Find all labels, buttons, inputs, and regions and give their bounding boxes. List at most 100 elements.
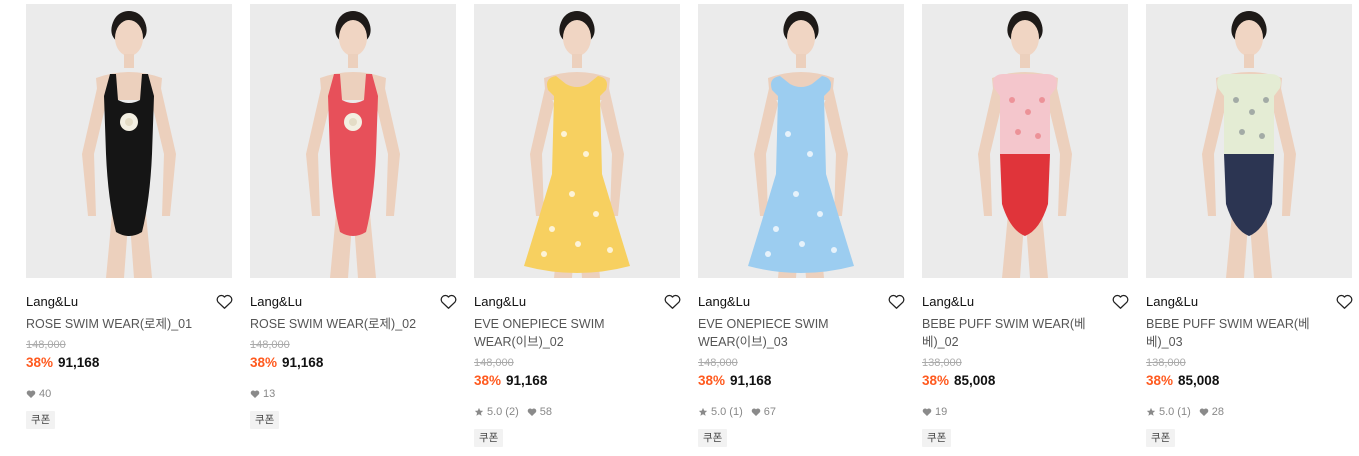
brand-row: Lang&Lu xyxy=(474,292,680,310)
coupon-badge: 쿠폰 xyxy=(698,429,728,447)
like-count: 58 xyxy=(527,406,552,418)
heart-filled-icon xyxy=(250,390,260,398)
product-image[interactable] xyxy=(1146,4,1352,278)
rating-value: 5.0 xyxy=(711,406,727,418)
product-name[interactable]: ROSE SWIM WEAR(로제)_01 xyxy=(26,315,196,333)
discount-rate: 38% xyxy=(1146,373,1174,388)
product-stats: 5.0 (2) 58 xyxy=(474,405,680,419)
like-count: 28 xyxy=(1199,406,1224,418)
heart-filled-icon xyxy=(922,408,932,416)
review-count: (2) xyxy=(505,406,519,418)
product-card-3[interactable]: Lang&Lu EVE ONEPIECE SWIM WEAR(이브)_02 14… xyxy=(474,4,680,447)
price-row: 38% 91,168 xyxy=(250,354,456,372)
rating: 5.0 (2) xyxy=(474,406,519,418)
coupon-badge: 쿠폰 xyxy=(474,429,504,447)
product-card-2[interactable]: Lang&Lu ROSE SWIM WEAR(로제)_02 148,000 38… xyxy=(250,4,456,447)
product-name[interactable]: BEBE PUFF SWIM WEAR(베베)_03 xyxy=(1146,315,1316,351)
like-count-value: 40 xyxy=(39,388,52,400)
heart-filled-icon xyxy=(26,390,36,398)
rating-value: 5.0 xyxy=(487,406,503,418)
star-icon xyxy=(698,407,708,416)
brand-name[interactable]: Lang&Lu xyxy=(698,294,750,309)
product-stats: 5.0 (1) 67 xyxy=(698,405,904,419)
price-row: 38% 85,008 xyxy=(922,372,1128,390)
original-price: 138,000 xyxy=(922,357,962,369)
like-count: 13 xyxy=(250,388,275,400)
like-count-value: 19 xyxy=(935,406,948,418)
product-card-5[interactable]: Lang&Lu BEBE PUFF SWIM WEAR(베베)_02 138,0… xyxy=(922,4,1128,447)
discount-rate: 38% xyxy=(250,355,278,370)
price-row: 38% 91,168 xyxy=(474,372,680,390)
sale-price: 91,168 xyxy=(506,373,548,388)
rating-value: 5.0 xyxy=(1159,406,1175,418)
price-row: 38% 91,168 xyxy=(698,372,904,390)
heart-filled-icon xyxy=(751,408,761,416)
wishlist-heart-icon[interactable] xyxy=(439,292,457,310)
product-image[interactable] xyxy=(250,4,456,278)
sale-price: 91,168 xyxy=(730,373,772,388)
like-count: 40 xyxy=(26,388,51,400)
product-card-1[interactable]: Lang&Lu ROSE SWIM WEAR(로제)_01 148,000 38… xyxy=(26,4,232,447)
sale-price: 91,168 xyxy=(282,355,324,370)
brand-name[interactable]: Lang&Lu xyxy=(1146,294,1198,309)
coupon-badge: 쿠폰 xyxy=(250,411,280,429)
product-name[interactable]: EVE ONEPIECE SWIM WEAR(이브)_02 xyxy=(474,315,644,351)
brand-name[interactable]: Lang&Lu xyxy=(474,294,526,309)
product-image[interactable] xyxy=(922,4,1128,278)
wishlist-heart-icon[interactable] xyxy=(887,292,905,310)
wishlist-heart-icon[interactable] xyxy=(1111,292,1129,310)
product-grid: Lang&Lu ROSE SWIM WEAR(로제)_01 148,000 38… xyxy=(26,4,1352,447)
coupon-badge: 쿠폰 xyxy=(26,411,56,429)
rating: 5.0 (1) xyxy=(698,406,743,418)
product-stats: 19 xyxy=(922,405,1128,419)
original-price: 138,000 xyxy=(1146,357,1186,369)
product-stats: 13 xyxy=(250,387,456,401)
original-price: 148,000 xyxy=(698,357,738,369)
discount-rate: 38% xyxy=(698,373,726,388)
wishlist-heart-icon[interactable] xyxy=(1335,292,1353,310)
wishlist-heart-icon[interactable] xyxy=(215,292,233,310)
star-icon xyxy=(1146,407,1156,416)
coupon-badge: 쿠폰 xyxy=(922,429,952,447)
product-stats: 40 xyxy=(26,387,232,401)
coupon-badge: 쿠폰 xyxy=(1146,429,1176,447)
heart-filled-icon xyxy=(1199,408,1209,416)
product-name[interactable]: BEBE PUFF SWIM WEAR(베베)_02 xyxy=(922,315,1092,351)
like-count-value: 58 xyxy=(539,406,552,418)
brand-row: Lang&Lu xyxy=(26,292,232,310)
product-card-4[interactable]: Lang&Lu EVE ONEPIECE SWIM WEAR(이브)_03 14… xyxy=(698,4,904,447)
brand-name[interactable]: Lang&Lu xyxy=(250,294,302,309)
brand-name[interactable]: Lang&Lu xyxy=(922,294,974,309)
discount-rate: 38% xyxy=(474,373,502,388)
brand-row: Lang&Lu xyxy=(1146,292,1352,310)
sale-price: 91,168 xyxy=(58,355,100,370)
product-image[interactable] xyxy=(26,4,232,278)
price-row: 38% 91,168 xyxy=(26,354,232,372)
original-price: 148,000 xyxy=(26,339,66,351)
brand-name[interactable]: Lang&Lu xyxy=(26,294,78,309)
like-count-value: 28 xyxy=(1211,406,1224,418)
product-name[interactable]: ROSE SWIM WEAR(로제)_02 xyxy=(250,315,420,333)
review-count: (1) xyxy=(729,406,743,418)
star-icon xyxy=(474,407,484,416)
wishlist-heart-icon[interactable] xyxy=(663,292,681,310)
like-count-value: 13 xyxy=(263,388,276,400)
product-name[interactable]: EVE ONEPIECE SWIM WEAR(이브)_03 xyxy=(698,315,868,351)
original-price: 148,000 xyxy=(250,339,290,351)
heart-filled-icon xyxy=(527,408,537,416)
sale-price: 85,008 xyxy=(1178,373,1220,388)
price-row: 38% 85,008 xyxy=(1146,372,1352,390)
product-card-6[interactable]: Lang&Lu BEBE PUFF SWIM WEAR(베베)_03 138,0… xyxy=(1146,4,1352,447)
discount-rate: 38% xyxy=(26,355,54,370)
like-count: 67 xyxy=(751,406,776,418)
discount-rate: 38% xyxy=(922,373,950,388)
brand-row: Lang&Lu xyxy=(922,292,1128,310)
product-image[interactable] xyxy=(698,4,904,278)
product-image[interactable] xyxy=(474,4,680,278)
product-stats: 5.0 (1) 28 xyxy=(1146,405,1352,419)
review-count: (1) xyxy=(1177,406,1191,418)
like-count: 19 xyxy=(922,406,947,418)
sale-price: 85,008 xyxy=(954,373,996,388)
brand-row: Lang&Lu xyxy=(698,292,904,310)
rating: 5.0 (1) xyxy=(1146,406,1191,418)
